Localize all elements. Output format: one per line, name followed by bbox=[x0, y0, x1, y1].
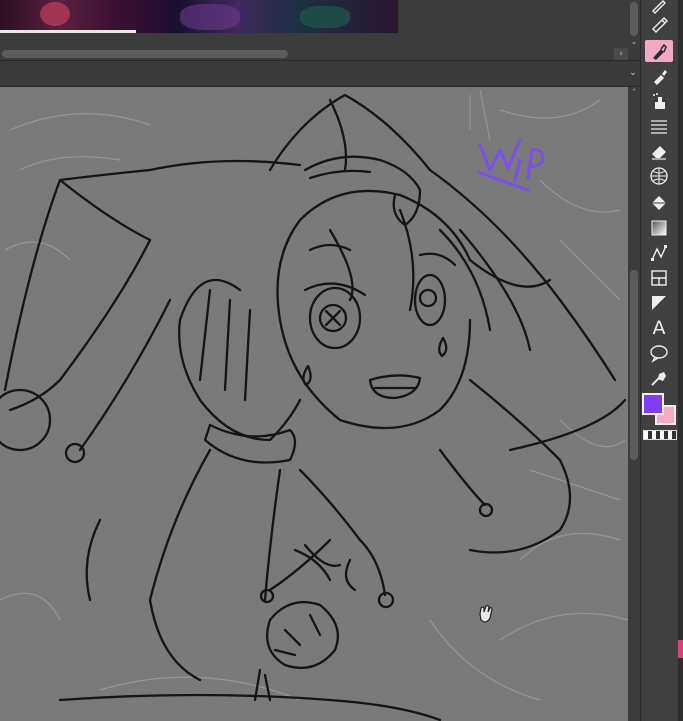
figure-tool-icon[interactable] bbox=[645, 242, 673, 264]
line-hatch-icon[interactable] bbox=[645, 115, 673, 137]
frame-border-icon[interactable] bbox=[645, 267, 673, 289]
decoration-tool-icon[interactable] bbox=[645, 90, 673, 112]
balloon-tool-icon[interactable] bbox=[645, 342, 673, 364]
panel-divider bbox=[0, 60, 640, 87]
brush-tool-icon[interactable] bbox=[645, 40, 673, 62]
text-tool-label: A bbox=[652, 317, 666, 339]
gradient-tool-icon[interactable] bbox=[645, 217, 673, 239]
chevron-down-icon[interactable]: ⌄ bbox=[627, 66, 639, 80]
thumbnail-detail bbox=[300, 6, 350, 28]
sketch-artwork bbox=[0, 89, 628, 721]
thumbnail-selection-bar bbox=[0, 30, 136, 33]
transparent-color-swatch[interactable] bbox=[643, 430, 677, 440]
main-color-swatch[interactable] bbox=[642, 393, 664, 415]
thumbnail-detail bbox=[180, 4, 240, 30]
pencil-tool-icon[interactable] bbox=[645, 12, 673, 34]
blend-tool-icon[interactable] bbox=[645, 165, 673, 187]
ruler-tool-icon[interactable] bbox=[645, 292, 673, 314]
reference-image-thumbnail[interactable] bbox=[0, 0, 398, 33]
drawing-canvas[interactable] bbox=[0, 87, 628, 721]
scroll-up-arrow-icon[interactable]: ˄ bbox=[628, 87, 640, 99]
fill-tool-icon[interactable] bbox=[645, 192, 673, 214]
text-tool-icon[interactable]: A bbox=[645, 317, 673, 339]
window-edge bbox=[678, 0, 683, 721]
reference-horizontal-scroll-thumb[interactable] bbox=[2, 50, 288, 58]
eraser-tool-icon[interactable] bbox=[645, 140, 673, 162]
reference-vertical-scroll-thumb[interactable] bbox=[630, 2, 638, 36]
scroll-right-arrow-icon[interactable]: › bbox=[614, 48, 628, 60]
hand-cursor-icon bbox=[479, 605, 493, 623]
airbrush-tool-icon[interactable] bbox=[645, 65, 673, 87]
wip-annotation bbox=[476, 138, 544, 192]
correct-line-icon[interactable] bbox=[645, 367, 673, 389]
thumbnail-detail bbox=[40, 2, 70, 26]
scroll-down-arrow-icon[interactable]: ⌄ bbox=[628, 36, 640, 48]
canvas-vertical-scroll-thumb[interactable] bbox=[630, 270, 638, 460]
edge-highlight bbox=[678, 640, 683, 658]
